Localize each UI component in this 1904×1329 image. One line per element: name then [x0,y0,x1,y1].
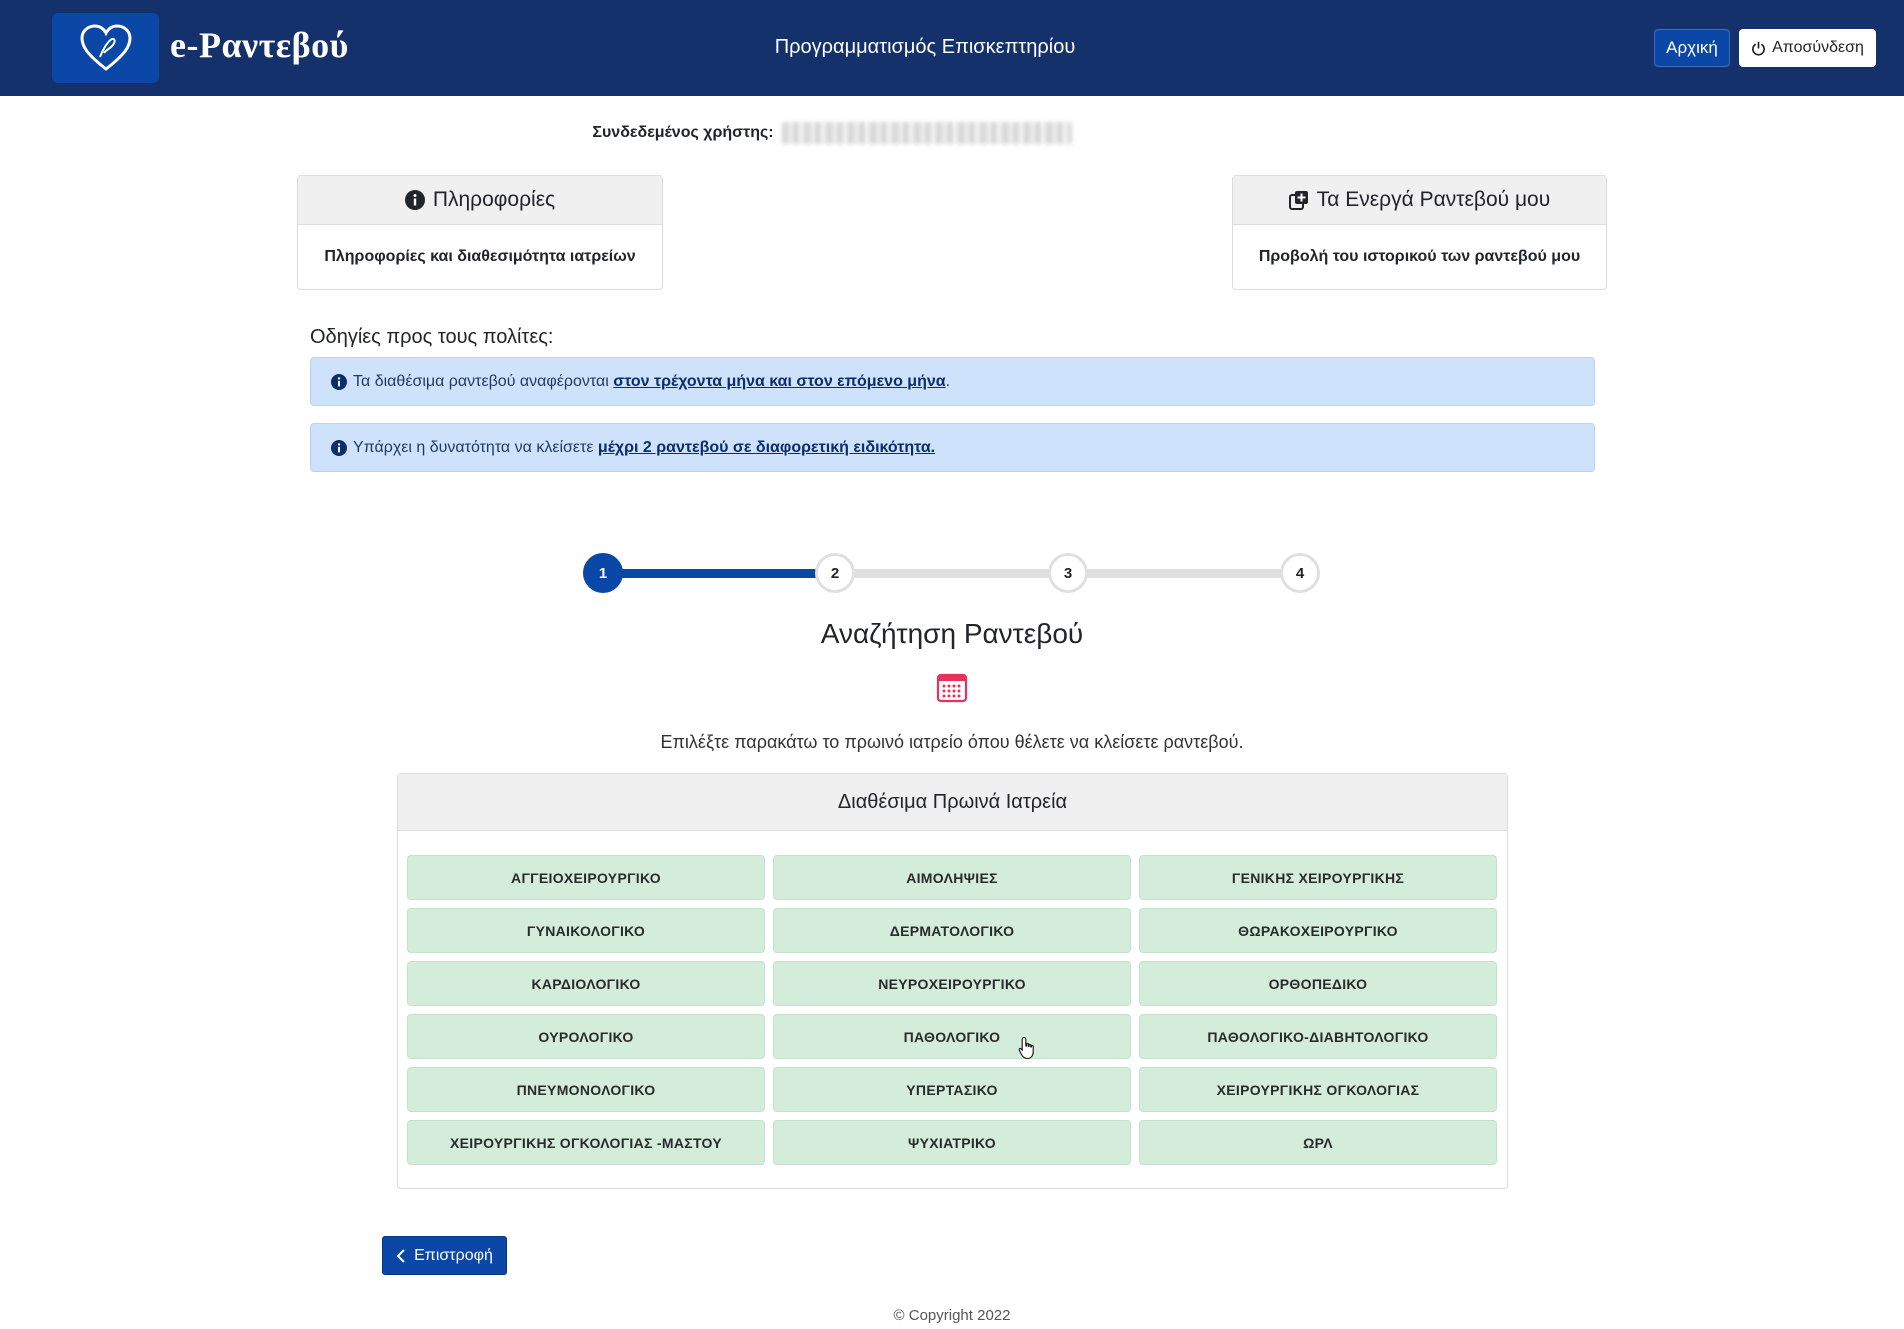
search-title: Αναζήτηση Ραντεβού [820,618,1084,649]
clinic-button[interactable]: ΑΓΓΕΙΟΧΕΙΡΟΥΡΓΙΚΟ [407,855,765,900]
info-alert-months: Τα διαθέσιμα ραντεβού αναφέρονται στον τ… [310,357,1595,406]
page-title: Προγραμματισμός Επισκεπτηρίου [774,36,1076,58]
redacted-username [781,122,1072,144]
clinic-button[interactable]: ΘΩΡΑΚΟΧΕΙΡΟΥΡΓΙΚΟ [1139,908,1497,953]
step-2: 2 [815,553,855,593]
active-appointments-body: Προβολή του ιστορικού των ραντεβού μου [1258,248,1581,265]
instructions-title: Οδηγίες προς τους πολίτες: [310,326,554,348]
info-card[interactable]: Πληροφορίες Πληροφορίες και διαθεσιμότητ… [297,175,663,290]
chevron-left-icon [396,1248,405,1263]
alert-months-text: Τα διαθέσιμα ραντεβού αναφέρονται [353,372,614,390]
step-1: 1 [583,553,623,593]
clinic-button[interactable]: ΓΥΝΑΙΚΟΛΟΓΙΚΟ [407,908,765,953]
clinics-panel-title: Διαθέσιμα Πρωινά Ιατρεία [398,774,1507,831]
selection-instruction: Επιλέξτε παρακάτω το πρωινό ιατρείο όπου… [660,732,1244,752]
clinic-button[interactable]: ΠΝΕΥΜΟΝΟΛΟΓΙΚΟ [407,1067,765,1112]
power-icon [1752,41,1766,56]
clinic-button[interactable]: ΝΕΥΡΟΧΕΙΡΟΥΡΓΙΚΟ [773,961,1131,1006]
home-button[interactable]: Αρχική [1654,29,1730,67]
step-4: 4 [1280,553,1320,593]
active-appointments-card[interactable]: Τα Ενεργά Ραντεβού μου Προβολή του ιστορ… [1232,175,1607,290]
logout-button[interactable]: Αποσύνδεση [1739,29,1876,67]
info-card-header: Πληροφορίες [298,176,662,225]
clinic-button[interactable]: ΚΑΡΔΙΟΛΟΓΙΚΟ [407,961,765,1006]
alert-limit-link[interactable]: μέχρι 2 ραντεβού σε διαφορετική ειδικότη… [598,439,935,456]
clinic-button[interactable]: ΔΕΡΜΑΤΟΛΟΓΙΚΟ [773,908,1131,953]
top-navbar: e-Ραντεβού Προγραμματισμός Επισκεπτηρίου… [0,0,1904,96]
alert-months-link[interactable]: στον τρέχοντα μήνα και στον επόμενο μήνα [613,373,945,390]
clinic-button[interactable]: ΑΙΜΟΛΗΨΙΕΣ [773,855,1131,900]
clinic-button[interactable]: ΟΥΡΟΛΟΓΙΚΟ [407,1014,765,1059]
plus-copy-icon [1288,191,1308,210]
back-label: Επιστροφή [414,1246,493,1264]
step-line-3 [1067,569,1299,578]
info-circle-icon [404,190,425,210]
alert-months-suffix: . [945,372,951,390]
logout-label: Αποσύνδεση [1772,39,1864,56]
back-button[interactable]: Επιστροφή [382,1236,507,1275]
info-circle-icon [331,439,347,456]
clinic-button[interactable]: ΟΡΘΟΠΕΔΙΚΟ [1139,961,1497,1006]
copyright: © Copyright 2022 [893,1307,1011,1324]
clinics-grid: ΑΓΓΕΙΟΧΕΙΡΟΥΡΓΙΚΟ ΑΙΜΟΛΗΨΙΕΣ ΓΕΝΙΚΗΣ ΧΕΙΡΟ… [407,855,1497,1165]
info-alert-limit: Υπάρχει η δυνατότητα να κλείσετε μέχρι 2… [310,423,1595,472]
clinic-button[interactable]: ΨΥΧΙΑΤΡΙΚΟ [773,1120,1131,1165]
hand-cursor-icon [1018,1036,1034,1060]
clinic-button[interactable]: ΓΕΝΙΚΗΣ ΧΕΙΡΟΥΡΓΙΚΗΣ [1139,855,1497,900]
info-card-title: Πληροφορίες [432,188,556,211]
active-appointments-title: Τα Ενεργά Ραντεβού μου [1316,188,1551,211]
clinic-button[interactable]: ΩΡΛ [1139,1120,1497,1165]
step-3: 3 [1048,553,1088,593]
clinic-button[interactable]: ΠΑΘΟΛΟΓΙΚΟ-ΔΙΑΒΗΤΟΛΟΓΙΚΟ [1139,1014,1497,1059]
clinic-button[interactable]: ΠΑΘΟΛΟΓΙΚΟ [773,1014,1131,1059]
info-circle-icon [331,373,347,390]
clinic-button[interactable]: ΧΕΙΡΟΥΡΓΙΚΗΣ ΟΓΚΟΛΟΓΙΑΣ -ΜΑΣΤΟΥ [407,1120,765,1165]
step-line-1 [603,569,835,578]
progress-stepper: 1 2 3 4 [583,553,1320,593]
connected-user: Συνδεδεμένος χρήστης: [0,122,1904,144]
connected-user-label: Συνδεδεμένος χρήστης: [592,124,774,141]
clinic-button[interactable]: ΥΠΕΡΤΑΣΙΚΟ [773,1067,1131,1112]
calendar-icon [936,673,968,703]
alert-limit-text: Υπάρχει η δυνατότητα να κλείσετε [353,438,598,456]
step-line-2 [835,569,1067,578]
clinic-button[interactable]: ΧΕΙΡΟΥΡΓΙΚΗΣ ΟΓΚΟΛΟΓΙΑΣ [1139,1067,1497,1112]
clinics-panel: Διαθέσιμα Πρωινά Ιατρεία ΑΓΓΕΙΟΧΕΙΡΟΥΡΓΙ… [397,773,1508,1189]
info-card-body: Πληροφορίες και διαθεσιμότητα ιατρείων [324,248,636,265]
active-appointments-card-header: Τα Ενεργά Ραντεβού μου [1233,176,1606,225]
